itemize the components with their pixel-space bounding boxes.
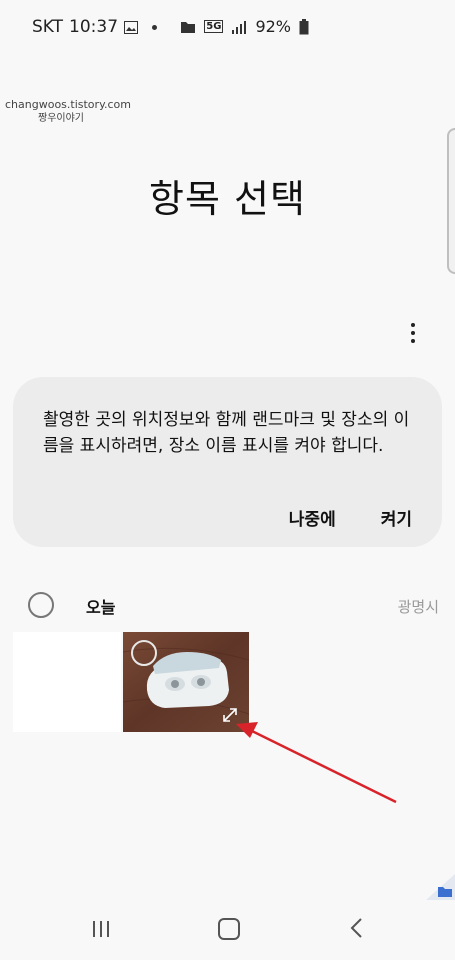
recent-apps-icon[interactable]	[92, 920, 110, 938]
notice-message: 촬영한 곳의 위치정보와 함께 랜드마크 및 장소의 이름을 표시하려면, 장소…	[43, 410, 410, 456]
network-type-label: 5G	[204, 20, 224, 33]
expand-icon[interactable]	[221, 706, 239, 724]
floating-folder-icon[interactable]	[426, 874, 455, 900]
navigation-bar	[0, 900, 455, 960]
later-button[interactable]: 나중에	[289, 505, 336, 530]
more-dot-icon	[411, 339, 415, 343]
photo-thumbnail[interactable]	[123, 632, 249, 732]
battery-percent: 92%	[255, 17, 291, 36]
home-icon[interactable]	[218, 918, 240, 940]
status-bar: SKT 10:37 5G 92%	[0, 0, 455, 56]
notice-actions: 나중에 켜기	[289, 505, 412, 530]
status-left: SKT 10:37	[32, 17, 158, 37]
status-right: 5G 92%	[180, 17, 309, 36]
photo-thumbnail-blank[interactable]	[13, 632, 121, 732]
watermark: changwoos.tistory.com 짱우이야기	[5, 98, 131, 126]
more-dot-icon	[411, 331, 415, 335]
more-dot-icon	[411, 323, 415, 327]
watermark-blog-name: 짱우이야기	[38, 113, 84, 124]
battery-icon	[299, 18, 309, 34]
more-options-button[interactable]	[398, 316, 428, 350]
folder-icon	[181, 21, 196, 33]
date-label: 오늘	[86, 598, 116, 617]
location-label: 광명시	[397, 598, 439, 616]
back-icon[interactable]	[347, 917, 365, 939]
watermark-url: changwoos.tistory.com	[5, 98, 131, 111]
page-title: 항목 선택	[149, 177, 306, 221]
date-group-header: 오늘 광명시	[0, 588, 455, 624]
signal-icon	[232, 20, 247, 34]
clock-label: 10:37	[69, 17, 119, 37]
enable-button[interactable]: 켜기	[381, 505, 412, 530]
location-name-notice-card: 촬영한 곳의 위치정보와 함께 랜드마크 및 장소의 이름을 표시하려면, 장소…	[13, 377, 442, 547]
photo-select-checkbox[interactable]	[131, 640, 157, 666]
select-all-checkbox[interactable]	[28, 592, 54, 618]
carrier-label: SKT	[32, 17, 64, 37]
gallery-notification-icon	[124, 20, 139, 34]
notification-dot-icon	[152, 24, 158, 30]
